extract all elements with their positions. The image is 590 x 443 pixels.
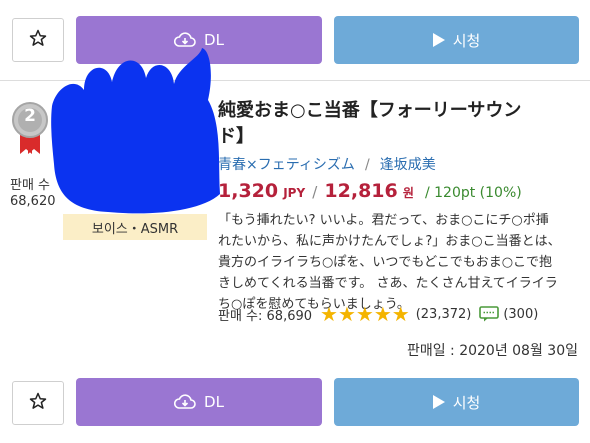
description-line: れたいから、私に声かけたんでしょ?」おま○こ当番とは、: [218, 234, 561, 249]
genre-author-row: 青春×フェティシズム / 逢坂成美: [218, 154, 436, 174]
star-filled-icon: ★: [391, 302, 410, 326]
product-description: 「もう挿れたい? いいよ。君だって、おま○こにチ○ポ挿 れたいから、私に声かけた…: [218, 210, 582, 315]
author-link[interactable]: 逢坂成美: [380, 157, 436, 173]
watch-button[interactable]: 시청: [334, 16, 579, 64]
cloud-download-icon: [174, 394, 196, 410]
dl-label: DL: [204, 393, 224, 411]
jpy-unit: JPY: [283, 186, 306, 200]
genre-separator: /: [364, 157, 370, 173]
description-line: きしめてくれる当番です。 さあ、たくさん甘えてイライラ: [218, 276, 558, 291]
price-jpy: 1,320: [218, 180, 279, 202]
sales-count: 판매 수: 68,690: [218, 308, 313, 324]
description-line: 貴方のイライラち○ぽを、いつでもどこでもおま○こで抱: [218, 255, 553, 270]
star-filled-icon: ★: [320, 302, 338, 326]
stats-row: 판매 수: 68,690 ★ ★ ★ ★ ★ (23,372) (300): [218, 304, 538, 324]
play-icon: [432, 395, 445, 409]
category-tag[interactable]: 보이스・ASMR: [63, 214, 207, 240]
title-line-2: ド】: [218, 126, 254, 147]
watch-button[interactable]: 시청: [334, 378, 579, 426]
watch-label: 시청: [452, 31, 481, 50]
star-filled-icon: ★: [355, 302, 374, 326]
title-line-1: 純愛おま○こ当番【フォーリーサウン: [218, 100, 522, 121]
points-info: / 120pt (10%): [424, 185, 522, 201]
price-row: 1,320 JPY / 12,816 원 / 120pt (10%): [218, 180, 522, 202]
review-count[interactable]: (300): [503, 307, 538, 322]
left-sales-label: 판매 수: [10, 178, 51, 193]
genre-link[interactable]: 青春×フェティシズム: [218, 157, 355, 173]
rating-stars: ★ ★ ★ ★ ★: [320, 304, 410, 324]
comment-icon: [479, 306, 500, 322]
left-sales-value: 68,620: [10, 194, 56, 209]
price-krw: 12,816: [324, 180, 398, 202]
play-icon: [432, 33, 445, 47]
star-filled-icon: ★: [337, 302, 356, 326]
star-outline-icon: [29, 392, 47, 414]
watch-label: 시청: [452, 393, 481, 412]
star-outline-icon: [29, 29, 47, 51]
rating-count: (23,372): [415, 306, 472, 322]
description-line: 「もう挿れたい? いいよ。君だって、おま○こにチ○ポ挿: [218, 213, 549, 228]
redaction-scribble: [50, 44, 230, 216]
favorite-button[interactable]: [12, 381, 64, 425]
krw-unit: 원: [402, 186, 414, 200]
release-date: 판매일 : 2020년 08월 30일: [406, 343, 578, 359]
dl-button[interactable]: DL: [76, 378, 322, 426]
rank-number: 2: [24, 106, 36, 126]
price-slash: /: [312, 183, 318, 201]
product-title[interactable]: 純愛おま○こ当番【フォーリーサウン ド】: [218, 98, 578, 150]
star-filled-icon: ★: [373, 302, 392, 326]
